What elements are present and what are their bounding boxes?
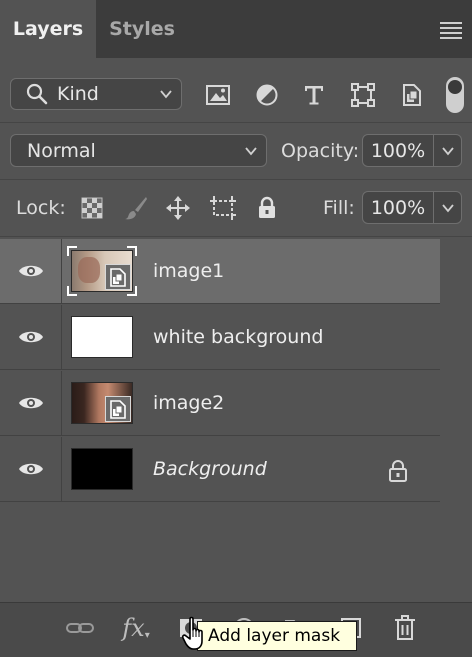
- divider: [0, 236, 472, 237]
- eye-icon: [18, 265, 43, 277]
- hand-cursor-icon: [181, 616, 203, 650]
- fill-input[interactable]: 100%: [362, 191, 434, 224]
- tab-layers[interactable]: Layers: [0, 0, 96, 58]
- visibility-toggle[interactable]: [0, 371, 62, 435]
- opacity-label: Opacity:: [281, 140, 360, 162]
- chevron-down-icon: [442, 147, 454, 156]
- smart-object-badge-icon: [105, 264, 131, 290]
- adjustment-filter-icon[interactable]: [252, 80, 282, 110]
- smart-object-badge-icon: [105, 396, 131, 422]
- eye-icon: [18, 397, 43, 409]
- layer-lock-icon: [389, 460, 407, 482]
- blend-mode-label: Normal: [27, 139, 96, 162]
- lock-transparent-pixels-icon[interactable]: [77, 193, 107, 223]
- lock-artboard-icon[interactable]: [208, 193, 238, 223]
- shape-filter-icon[interactable]: [348, 80, 378, 110]
- layer-name[interactable]: image1: [153, 239, 224, 303]
- visibility-toggle[interactable]: [0, 305, 62, 369]
- panel-tab-bar: Layers Styles: [0, 0, 472, 58]
- visibility-toggle[interactable]: [0, 437, 62, 501]
- lock-image-pixels-icon[interactable]: [121, 193, 151, 223]
- layer-row-image1[interactable]: image1: [0, 239, 440, 304]
- layer-thumbnail[interactable]: [71, 250, 133, 292]
- chevron-down-icon: [442, 204, 454, 213]
- panel-menu-icon[interactable]: [440, 22, 462, 39]
- layer-row-white-background[interactable]: white background: [0, 305, 440, 370]
- layer-name[interactable]: Background: [153, 437, 267, 501]
- layer-name[interactable]: white background: [153, 305, 323, 369]
- visibility-toggle[interactable]: [0, 239, 62, 303]
- lock-all-icon[interactable]: [252, 193, 282, 223]
- layer-row-background[interactable]: Background: [0, 437, 440, 502]
- fill-label: Fill:: [323, 197, 355, 219]
- smart-object-filter-icon[interactable]: [397, 80, 427, 110]
- tab-styles[interactable]: Styles: [96, 0, 188, 58]
- divider: [0, 179, 472, 180]
- layer-thumbnail[interactable]: [71, 382, 133, 424]
- filter-toggle-switch[interactable]: [446, 77, 464, 113]
- delete-icon[interactable]: [389, 612, 421, 644]
- image-filter-icon[interactable]: [203, 80, 233, 110]
- eye-icon: [18, 331, 43, 343]
- layer-row-image2[interactable]: image2: [0, 371, 440, 436]
- fx-label: fx: [122, 614, 145, 642]
- filter-kind-label: Kind: [57, 83, 99, 105]
- layer-thumbnail[interactable]: [71, 448, 133, 490]
- opacity-input[interactable]: 100%: [362, 134, 434, 167]
- eye-icon: [18, 463, 43, 475]
- fill-dropdown[interactable]: [434, 191, 462, 224]
- search-icon: [26, 83, 48, 105]
- type-filter-icon[interactable]: [299, 80, 329, 110]
- blend-mode-select[interactable]: Normal: [10, 134, 267, 167]
- opacity-dropdown[interactable]: [434, 134, 462, 167]
- chevron-down-icon: [160, 90, 172, 99]
- layer-name[interactable]: image2: [153, 371, 224, 435]
- tooltip-add-layer-mask: Add layer mask: [197, 621, 357, 651]
- filter-kind-select[interactable]: Kind: [10, 78, 182, 110]
- link-layers-icon[interactable]: [64, 612, 96, 644]
- layer-thumbnail[interactable]: [71, 316, 133, 358]
- lock-position-icon[interactable]: [163, 193, 193, 223]
- divider: [0, 122, 472, 123]
- lock-label: Lock:: [16, 197, 66, 219]
- fx-icon[interactable]: fx ▾: [120, 612, 152, 644]
- chevron-down-icon: [245, 147, 257, 156]
